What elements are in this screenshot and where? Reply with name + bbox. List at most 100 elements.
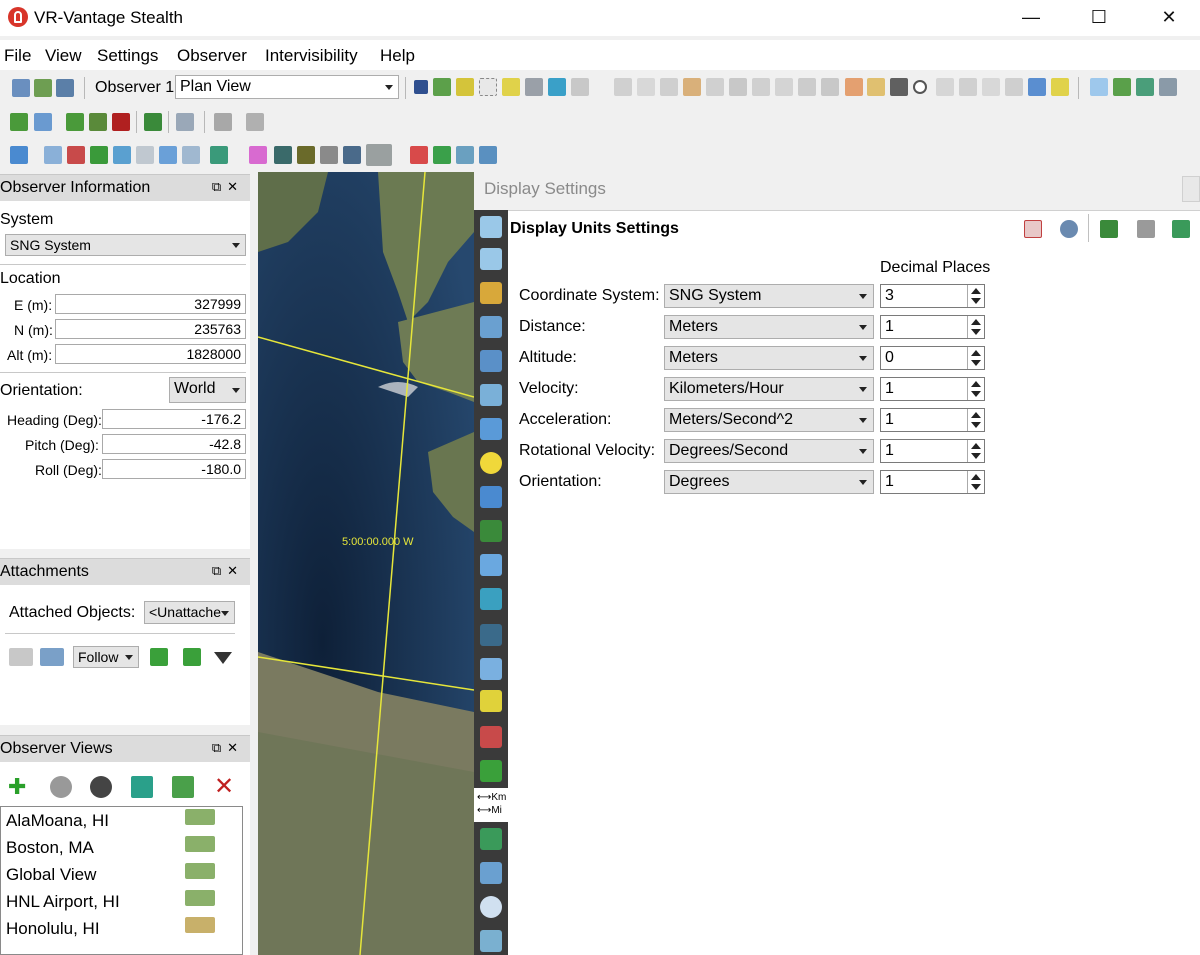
- unlink-icon[interactable]: [90, 776, 112, 798]
- hud-icon[interactable]: [480, 624, 502, 646]
- tool-15-icon[interactable]: [136, 146, 154, 164]
- chart-icon[interactable]: [44, 146, 62, 164]
- landscape-settings-icon[interactable]: [480, 930, 502, 952]
- n-field[interactable]: 235763: [55, 319, 246, 339]
- vehicle-attach-icon[interactable]: [40, 648, 64, 666]
- altitude-decimals-spinner[interactable]: 0: [880, 346, 985, 370]
- link-icon[interactable]: [50, 776, 72, 798]
- list-item[interactable]: Honolulu, HI: [6, 919, 100, 939]
- camera-settings-icon[interactable]: [480, 216, 502, 238]
- menu-file[interactable]: File: [4, 46, 31, 66]
- menu-view[interactable]: View: [45, 46, 82, 66]
- create-group-icon[interactable]: [34, 113, 52, 131]
- close-button[interactable]: ✕: [1146, 0, 1192, 34]
- terrain-icon[interactable]: [433, 78, 451, 96]
- screenshot-icon[interactable]: [56, 79, 74, 97]
- previous-arrow-icon[interactable]: [150, 648, 168, 666]
- map-viewport[interactable]: 5:00:00.000 W: [258, 172, 474, 955]
- minimize-button[interactable]: —: [1008, 0, 1054, 34]
- units-tab[interactable]: ⟷Km ⟷Mi: [474, 788, 508, 822]
- panel-controls[interactable]: ⧉✕: [212, 179, 244, 195]
- spinner-arrows-icon[interactable]: [967, 409, 984, 431]
- save-view-icon[interactable]: [12, 79, 30, 97]
- orientation-units-select[interactable]: Degrees: [664, 470, 874, 494]
- cross-arrows-icon[interactable]: [1136, 78, 1154, 96]
- e-field[interactable]: 327999: [55, 294, 246, 314]
- panel-controls[interactable]: ⧉✕: [212, 563, 244, 579]
- tool-3-icon[interactable]: [683, 78, 701, 96]
- aircraft-icon[interactable]: [480, 350, 502, 372]
- tool-10-icon[interactable]: [936, 78, 954, 96]
- delete-entity-icon[interactable]: [112, 113, 130, 131]
- list-item[interactable]: HNL Airport, HI: [6, 892, 120, 912]
- person-icon[interactable]: [548, 78, 566, 96]
- tool-2-icon[interactable]: [637, 78, 655, 96]
- tool-13-icon[interactable]: [1005, 78, 1023, 96]
- drop-icon[interactable]: [210, 146, 228, 164]
- gear-icon[interactable]: [1060, 220, 1078, 238]
- tool-7-icon[interactable]: [775, 78, 793, 96]
- coordinate-system-select[interactable]: SNG System: [664, 284, 874, 308]
- alt-field[interactable]: 1828000: [55, 344, 246, 364]
- tool-1-icon[interactable]: [614, 78, 632, 96]
- heading-field[interactable]: -176.2: [102, 409, 246, 429]
- velocity-decimals-spinner[interactable]: 1: [880, 377, 985, 401]
- acceleration-decimals-spinner[interactable]: 1: [880, 408, 985, 432]
- delete-view-icon[interactable]: ✕: [214, 772, 234, 801]
- pitch-field[interactable]: -42.8: [102, 434, 246, 454]
- spinner-arrows-icon[interactable]: [967, 440, 984, 462]
- layers-icon[interactable]: [10, 146, 28, 164]
- open-view-icon[interactable]: [34, 79, 52, 97]
- pyramid-icon[interactable]: [1051, 78, 1069, 96]
- files-icon[interactable]: [480, 862, 502, 884]
- arrow-settings-icon[interactable]: [480, 726, 502, 748]
- export-view-icon[interactable]: [131, 776, 153, 798]
- rotational-velocity-select[interactable]: Degrees/Second: [664, 439, 874, 463]
- cone-icon[interactable]: [249, 146, 267, 164]
- orientation-decimals-spinner[interactable]: 1: [880, 470, 985, 494]
- environment-icon[interactable]: [480, 384, 502, 406]
- tool-19-icon[interactable]: [320, 146, 338, 164]
- menu-help[interactable]: Help: [380, 46, 415, 66]
- grid-settings-icon[interactable]: [480, 690, 502, 712]
- spinner-arrows-icon[interactable]: [967, 347, 984, 369]
- triangle-down-icon[interactable]: [214, 652, 232, 664]
- menu-settings[interactable]: Settings: [97, 46, 158, 66]
- light-icon[interactable]: [660, 78, 678, 96]
- arrow-left-icon[interactable]: [1090, 78, 1108, 96]
- line-settings-icon[interactable]: [480, 760, 502, 782]
- spinner-arrows-icon[interactable]: [967, 378, 984, 400]
- terrain-tool-icon[interactable]: [366, 144, 392, 166]
- stealth-icon[interactable]: [525, 78, 543, 96]
- tool-4-icon[interactable]: [706, 78, 724, 96]
- circle-icon[interactable]: [913, 80, 927, 94]
- tool-5-icon[interactable]: [729, 78, 747, 96]
- panel-controls[interactable]: ⧉✕: [212, 740, 244, 756]
- add-view-icon[interactable]: ✚: [8, 774, 26, 800]
- entity-4-icon[interactable]: [144, 113, 162, 131]
- menu-observer[interactable]: Observer: [177, 46, 247, 66]
- list-item[interactable]: AlaMoana, HI: [6, 811, 109, 831]
- tool-21-icon[interactable]: [410, 146, 428, 164]
- line-icon[interactable]: [90, 146, 108, 164]
- camera-2-settings-icon[interactable]: [480, 248, 502, 270]
- orientation-select[interactable]: World: [169, 377, 246, 403]
- globe-icon[interactable]: [480, 896, 502, 918]
- coordinate-decimals-spinner[interactable]: 3: [880, 284, 985, 308]
- distance-decimals-spinner[interactable]: 1: [880, 315, 985, 339]
- tree-icon[interactable]: [1100, 220, 1118, 238]
- tool-20-icon[interactable]: [343, 146, 361, 164]
- settings-target-icon[interactable]: [1159, 78, 1177, 96]
- satellite-icon[interactable]: [480, 554, 502, 576]
- menu-intervisibility[interactable]: Intervisibility: [265, 46, 358, 66]
- move-icon[interactable]: [456, 78, 474, 96]
- next-arrow-icon[interactable]: [183, 648, 201, 666]
- burst-icon[interactable]: [845, 78, 863, 96]
- align-icon[interactable]: [214, 113, 232, 131]
- tool-17-icon[interactable]: [182, 146, 200, 164]
- entity-3-icon[interactable]: [89, 113, 107, 131]
- distance-select[interactable]: Meters: [664, 315, 874, 339]
- camera-icon[interactable]: [274, 146, 292, 164]
- spinner-arrows-icon[interactable]: [967, 316, 984, 338]
- apply-settings-icon[interactable]: [1172, 220, 1190, 238]
